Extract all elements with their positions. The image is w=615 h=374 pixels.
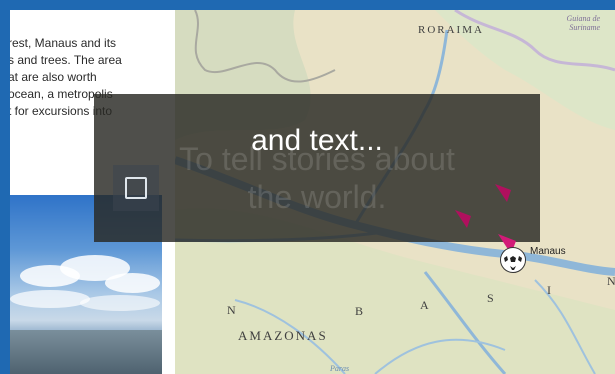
city-skyline: [10, 330, 162, 374]
gallery-icon: [125, 177, 147, 199]
presentation-frame: rest, Manaus and its s and trees. The ar…: [0, 0, 615, 374]
slide-screen: rest, Manaus and its s and trees. The ar…: [10, 10, 615, 374]
label-paras: Paras: [330, 364, 350, 373]
label-roraima: RORAIMA: [418, 24, 484, 36]
soccer-ball-pattern: [502, 249, 524, 271]
article-line: rest, Manaus and its: [10, 36, 117, 50]
label-letter-a: A: [420, 298, 431, 312]
label-letter-n: N: [227, 303, 238, 317]
caption-title: and text...: [251, 124, 383, 157]
caption-overlay: To tell stories about the world. and tex…: [94, 94, 540, 242]
photo-expand-button[interactable]: [113, 165, 159, 211]
map-pin-icon[interactable]: [453, 208, 473, 232]
map-pin-icon[interactable]: [493, 182, 513, 206]
article-line: s and trees. The area: [10, 53, 122, 67]
article-line: at are also worth: [10, 70, 97, 84]
label-letter-s: S: [487, 291, 496, 305]
label-guiana: Guiana de Suriname: [566, 14, 600, 32]
ghost-line-2: the world.: [247, 179, 387, 215]
label-amazonas: AMAZONAS: [238, 328, 328, 343]
label-letter-i: I: [547, 283, 553, 297]
label-manaus: Manaus: [530, 246, 566, 257]
soccer-ball-icon[interactable]: [500, 247, 526, 273]
label-letter-b: B: [355, 304, 366, 318]
label-letter-n2: N: [607, 274, 615, 288]
